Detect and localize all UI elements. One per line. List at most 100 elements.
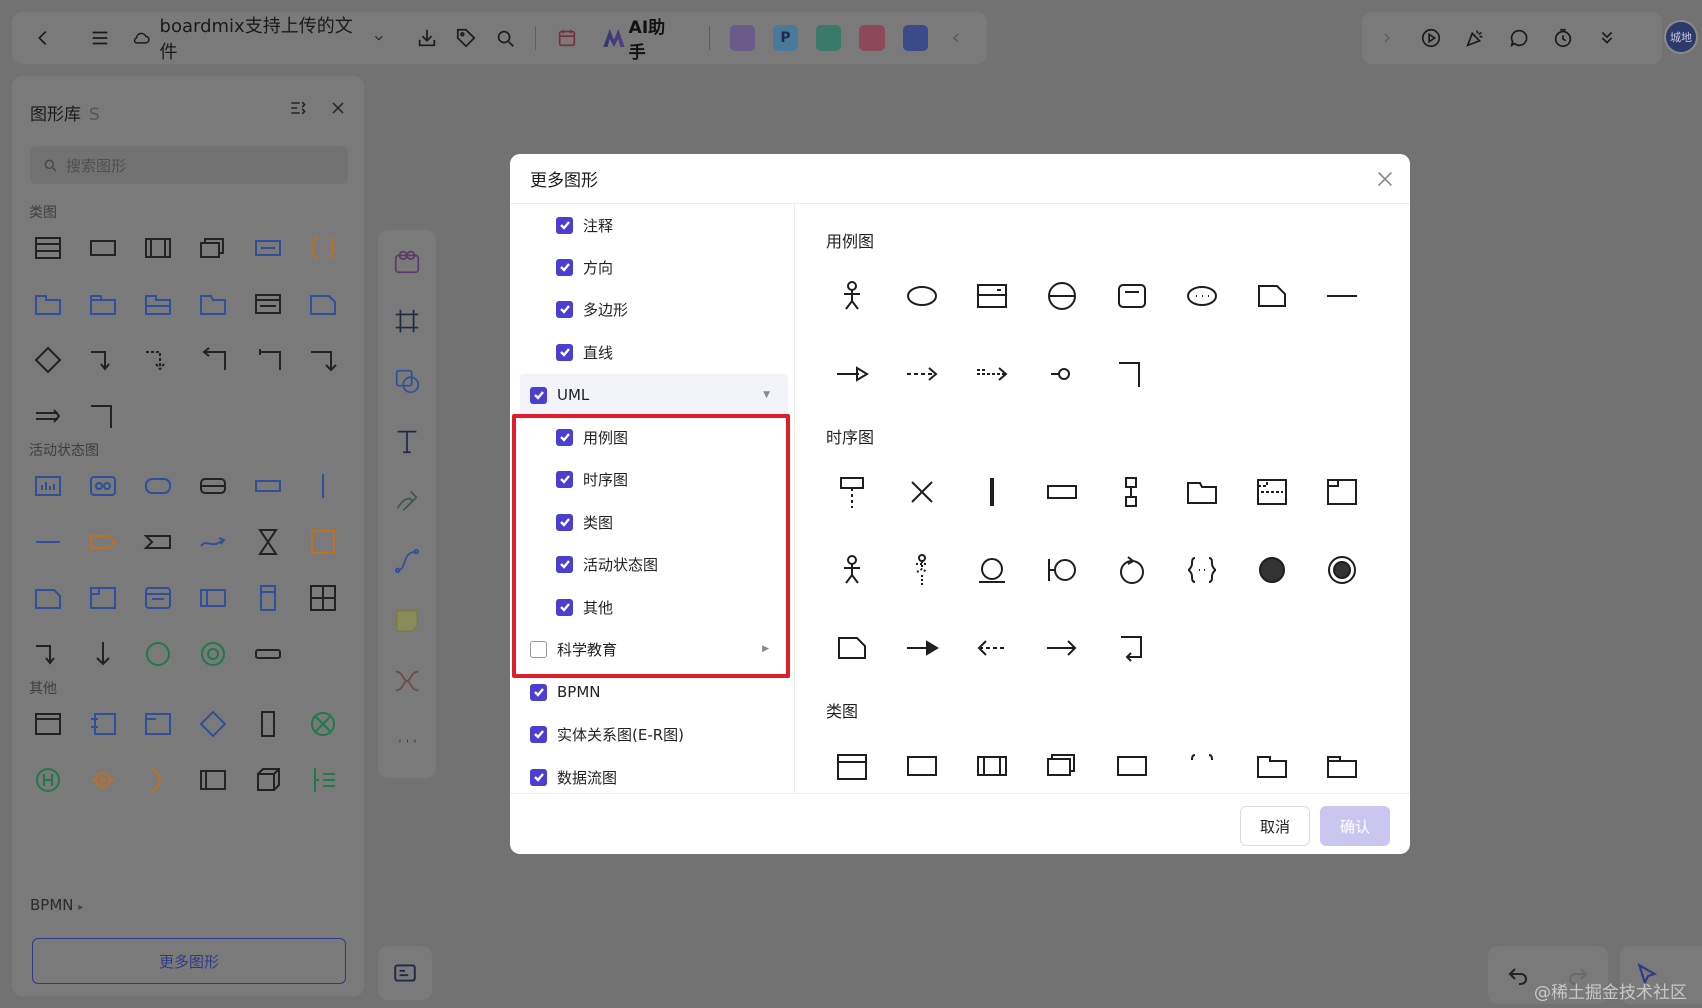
async-message-icon[interactable]	[1044, 630, 1080, 666]
package-shape-icon[interactable]	[30, 286, 66, 322]
category-item[interactable]: 方向	[510, 246, 794, 288]
flow-app-icon[interactable]	[859, 25, 885, 51]
lollipop-icon[interactable]	[1044, 356, 1080, 392]
more-tools-icon[interactable]	[388, 722, 426, 760]
arrow-down-shape-icon[interactable]	[85, 342, 121, 378]
templates-icon[interactable]	[388, 242, 426, 280]
category-item[interactable]: 时序图	[510, 458, 794, 500]
actor-lifeline-icon[interactable]	[904, 552, 940, 588]
initial-node-icon[interactable]	[1254, 552, 1290, 588]
x-circle-icon[interactable]	[305, 706, 341, 742]
bpmn-section-title[interactable]: BPMN ▸	[30, 896, 83, 914]
grid-icon[interactable]	[305, 580, 341, 616]
category-item[interactable]: 数据流图	[510, 756, 794, 793]
bar-icon[interactable]	[250, 636, 286, 672]
frame-icon[interactable]	[1324, 474, 1360, 510]
panel-shape-icon[interactable]	[140, 580, 176, 616]
circle-icon[interactable]	[140, 636, 176, 672]
expand-right-icon[interactable]	[1370, 21, 1404, 55]
checkbox[interactable]	[556, 300, 573, 318]
split-lifeline-icon[interactable]	[1114, 474, 1150, 510]
bracket-list-icon[interactable]	[305, 762, 341, 798]
category-item-uml[interactable]: UML ▼	[520, 374, 788, 416]
window-shape-icon[interactable]	[30, 706, 66, 742]
checkbox[interactable]	[556, 428, 573, 446]
search-icon[interactable]	[488, 21, 521, 55]
flow-arrow-icon[interactable]	[195, 524, 231, 560]
line-icon[interactable]	[1324, 278, 1360, 314]
corner-line-icon[interactable]	[1114, 356, 1150, 392]
category-item[interactable]: 类图	[510, 501, 794, 543]
note-icon[interactable]	[1254, 278, 1290, 314]
destroy-icon[interactable]	[904, 474, 940, 510]
frame-icon[interactable]	[388, 302, 426, 340]
confirm-button[interactable]: 确认	[1320, 806, 1390, 846]
message-box-icon[interactable]	[1044, 474, 1080, 510]
send-signal-icon[interactable]	[85, 524, 121, 560]
avatar[interactable]: 城地	[1664, 20, 1698, 54]
celebrate-icon[interactable]	[1458, 21, 1492, 55]
horizontal-bar-icon[interactable]	[30, 524, 66, 560]
receive-signal-icon[interactable]	[140, 524, 176, 560]
actor-icon[interactable]	[834, 278, 870, 314]
note-shape-icon[interactable]	[305, 286, 341, 322]
tall-card-icon[interactable]	[250, 706, 286, 742]
hourglass-icon[interactable]	[250, 524, 286, 560]
mindmap-icon[interactable]	[388, 662, 426, 700]
down-arrow-icon[interactable]	[85, 636, 121, 672]
checkbox[interactable]	[530, 683, 547, 701]
checkbox[interactable]	[556, 258, 573, 276]
play-icon[interactable]	[1414, 21, 1448, 55]
rectangle-icon[interactable]	[904, 748, 940, 784]
category-item[interactable]: 直线	[510, 331, 794, 373]
h-circle-icon[interactable]	[30, 762, 66, 798]
rounded-box-icon[interactable]	[1114, 278, 1150, 314]
folder-icon[interactable]	[1184, 474, 1220, 510]
class-icon[interactable]	[834, 748, 870, 784]
p-app-icon[interactable]: P	[772, 25, 799, 51]
class-shape-icon[interactable]	[30, 230, 66, 266]
corner-arrow-shape-icon[interactable]	[30, 636, 66, 672]
category-item[interactable]: 活动状态图	[510, 543, 794, 585]
note-icon[interactable]	[834, 630, 870, 666]
image-app-icon[interactable]	[729, 25, 755, 51]
fragment-icon[interactable]	[1254, 474, 1290, 510]
diamond-shape-icon[interactable]	[30, 342, 66, 378]
activity-chart-icon[interactable]	[30, 468, 66, 504]
interface-icon[interactable]	[1114, 748, 1150, 784]
frame-shape-icon[interactable]	[974, 748, 1010, 784]
corner-arrow-shape-icon[interactable]	[305, 342, 341, 378]
category-item[interactable]: 科学教育 ▶	[510, 628, 794, 670]
ellipse-line-icon[interactable]	[1044, 278, 1080, 314]
target-icon[interactable]	[85, 762, 121, 798]
category-item[interactable]: BPMN	[510, 671, 794, 713]
close-icon[interactable]	[328, 98, 348, 118]
category-item[interactable]: 多边形	[510, 288, 794, 330]
package2-shape-icon[interactable]	[85, 286, 121, 322]
braces-icon[interactable]	[1184, 748, 1220, 784]
text-icon[interactable]	[388, 422, 426, 460]
note-shape-icon[interactable]	[30, 580, 66, 616]
folder-shape-icon[interactable]	[195, 286, 231, 322]
double-circle-icon[interactable]	[195, 636, 231, 672]
activation-bar-icon[interactable]	[974, 474, 1010, 510]
association-arrow-icon[interactable]	[834, 356, 870, 392]
include-arrow-icon[interactable]	[974, 356, 1010, 392]
checkbox[interactable]	[556, 470, 573, 488]
ellipse-icon[interactable]	[904, 278, 940, 314]
shapes-icon[interactable]	[388, 362, 426, 400]
boundary-icon[interactable]	[1044, 552, 1080, 588]
package2-icon[interactable]	[1324, 748, 1360, 784]
checkbox[interactable]	[556, 216, 573, 234]
actor-icon[interactable]	[834, 552, 870, 588]
corner-line-shape-icon[interactable]	[85, 398, 121, 434]
category-item[interactable]: 其他	[510, 586, 794, 628]
entity-icon[interactable]	[974, 552, 1010, 588]
frame-shape-icon[interactable]	[140, 230, 176, 266]
tag-icon[interactable]	[449, 21, 482, 55]
return-message-icon[interactable]	[974, 630, 1010, 666]
minimap-button[interactable]	[378, 946, 432, 1000]
sticky-note-icon[interactable]	[388, 602, 426, 640]
checkbox[interactable]	[556, 598, 573, 616]
double-chevron-down-icon[interactable]	[1590, 21, 1624, 55]
